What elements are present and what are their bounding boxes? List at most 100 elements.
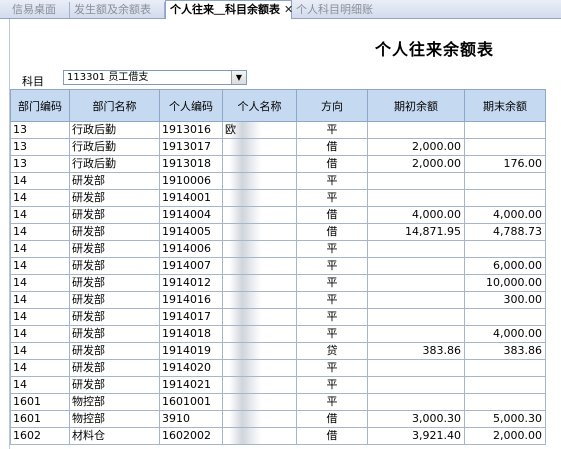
person-code-cell: 3910	[159, 410, 223, 428]
person-name-cell	[222, 223, 297, 241]
person-name-cell	[222, 240, 297, 258]
opening-balance-cell	[367, 257, 465, 275]
tab-label: 个人往来＿科目余额表	[170, 3, 280, 16]
tab-balance-summary[interactable]: 发生额及余额表	[70, 2, 165, 18]
table-row[interactable]: 14 研发部 1914012 平 10,000.00	[10, 274, 546, 292]
table-row[interactable]: 14 研发部 1914018 平 4,000.00	[10, 325, 546, 343]
tab-label: 个人科目明细账	[296, 3, 373, 16]
direction-cell: 平	[296, 308, 368, 326]
opening-balance-cell	[367, 325, 465, 343]
person-code-cell: 1914007	[159, 257, 223, 275]
person-code-cell: 1914021	[159, 376, 223, 394]
opening-balance-cell	[367, 308, 465, 326]
table-row[interactable]: 13 行政后勤 1913017 借 2,000.00	[10, 138, 546, 156]
direction-cell: 平	[296, 121, 368, 139]
direction-cell: 平	[296, 240, 368, 258]
closing-balance-cell: 4,000.00	[464, 325, 546, 343]
person-code-cell: 1601001	[159, 393, 223, 411]
person-name-cell	[222, 291, 297, 309]
dept-name-cell: 研发部	[69, 342, 160, 360]
person-code-cell: 1914004	[159, 206, 223, 224]
column-header-closing-balance[interactable]: 期末余额	[464, 89, 546, 122]
subject-select[interactable]: 113301 员工借支 ▼	[63, 70, 247, 85]
person-code-cell: 1913017	[159, 138, 223, 156]
person-name-cell	[222, 274, 297, 292]
direction-cell: 平	[296, 325, 368, 343]
person-code-cell: 1914016	[159, 291, 223, 309]
table-row[interactable]: 14 研发部 1914006 平	[10, 240, 546, 258]
closing-balance-cell: 10,000.00	[464, 274, 546, 292]
table-row[interactable]: 14 研发部 1914020 平	[10, 359, 546, 377]
dept-name-cell: 研发部	[69, 274, 160, 292]
opening-balance-cell	[367, 274, 465, 292]
dept-code-cell: 1602	[10, 427, 70, 445]
dept-code-cell: 14	[10, 308, 70, 326]
person-name-cell	[222, 359, 297, 377]
direction-cell: 贷	[296, 342, 368, 360]
table-row[interactable]: 14 研发部 1910006 平	[10, 172, 546, 190]
dept-code-cell: 14	[10, 325, 70, 343]
person-code-cell: 1914019	[159, 342, 223, 360]
column-header-person-code[interactable]: 个人编码	[159, 89, 223, 122]
direction-cell: 平	[296, 376, 368, 394]
closing-balance-cell	[464, 308, 546, 326]
dept-code-cell: 14	[10, 274, 70, 292]
table-row[interactable]: 13 行政后勤 1913018 借 2,000.00 176.00	[10, 155, 546, 173]
person-name-cell	[222, 172, 297, 190]
closing-balance-cell: 4,788.73	[464, 223, 546, 241]
column-header-person-name[interactable]: 个人名称	[222, 89, 297, 122]
table-row[interactable]: 1601 物控部 3910 借 3,000.30 5,000.30	[10, 410, 546, 428]
table-row[interactable]: 14 研发部 1914007 平 6,000.00	[10, 257, 546, 275]
table-row[interactable]: 14 研发部 1914004 借 4,000.00 4,000.00	[10, 206, 546, 224]
direction-cell: 平	[296, 189, 368, 207]
opening-balance-cell: 3,000.30	[367, 410, 465, 428]
closing-balance-cell: 300.00	[464, 291, 546, 309]
tab-personal-balance[interactable]: 个人往来＿科目余额表 ✕	[165, 0, 293, 19]
dept-code-cell: 14	[10, 359, 70, 377]
opening-balance-cell: 383.86	[367, 342, 465, 360]
direction-cell: 平	[296, 257, 368, 275]
table-row[interactable]: 14 研发部 1914001 平	[10, 189, 546, 207]
direction-cell: 借	[296, 223, 368, 241]
chevron-down-icon[interactable]: ▼	[231, 71, 246, 84]
table-row[interactable]: 14 研发部 1914019 贷 383.86 383.86	[10, 342, 546, 360]
dept-name-cell: 物控部	[69, 393, 160, 411]
tab-label: 发生额及余额表	[74, 3, 151, 16]
table-row[interactable]: 1602 材料仓 1602002 借 3,921.40 2,000.00	[10, 427, 546, 445]
dept-code-cell: 14	[10, 240, 70, 258]
dept-code-cell: 14	[10, 206, 70, 224]
dept-code-cell: 1601	[10, 393, 70, 411]
opening-balance-cell	[367, 121, 465, 139]
dept-code-cell: 1601	[10, 410, 70, 428]
person-name-cell	[222, 342, 297, 360]
tab-desktop[interactable]: 信易桌面	[8, 2, 70, 18]
table-row[interactable]: 14 研发部 1914016 平 300.00	[10, 291, 546, 309]
column-header-dept-code[interactable]: 部门编码	[10, 89, 70, 122]
closing-balance-cell	[464, 138, 546, 156]
table-body: 13 行政后勤 1913016 欧平 13 行政后勤 1913017 借 2,000.00 13 行…	[10, 121, 546, 445]
opening-balance-cell: 2,000.00	[367, 138, 465, 156]
table-row[interactable]: 14 研发部 1914005 借 14,871.95 4,788.73	[10, 223, 546, 241]
closing-balance-cell	[464, 359, 546, 377]
opening-balance-cell: 3,921.40	[367, 427, 465, 445]
person-name-cell	[222, 189, 297, 207]
opening-balance-cell: 4,000.00	[367, 206, 465, 224]
closing-balance-cell	[464, 189, 546, 207]
document-tab-bar: 信易桌面 发生额及余额表 个人往来＿科目余额表 ✕ 个人科目明细账	[0, 0, 561, 19]
dept-name-cell: 行政后勤	[69, 155, 160, 173]
dept-name-cell: 研发部	[69, 308, 160, 326]
direction-cell: 借	[296, 410, 368, 428]
table-row[interactable]: 14 研发部 1914021 平	[10, 376, 546, 394]
person-name-cell	[222, 427, 297, 445]
table-row[interactable]: 13 行政后勤 1913016 欧平	[10, 121, 546, 139]
table-row[interactable]: 1601 物控部 1601001 平	[10, 393, 546, 411]
column-header-direction[interactable]: 方向	[296, 89, 368, 122]
dept-name-cell: 研发部	[69, 359, 160, 377]
tab-personal-ledger[interactable]: 个人科目明细账	[292, 2, 388, 18]
column-header-dept-name[interactable]: 部门名称	[69, 89, 160, 122]
person-name-cell	[222, 206, 297, 224]
person-code-cell: 1602002	[159, 427, 223, 445]
dept-name-cell: 研发部	[69, 223, 160, 241]
column-header-opening-balance[interactable]: 期初余额	[367, 89, 465, 122]
table-row[interactable]: 14 研发部 1914017 平	[10, 308, 546, 326]
